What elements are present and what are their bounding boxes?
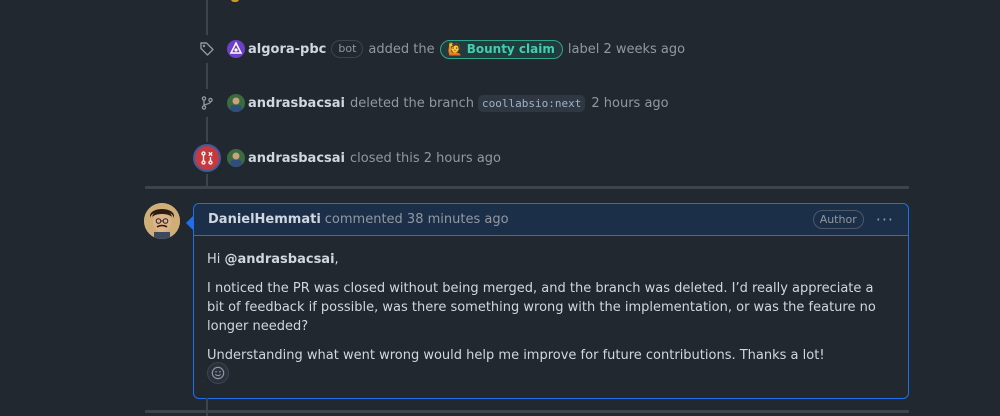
event-actor[interactable]: andrasbacsai xyxy=(248,151,345,166)
comment-paragraph: Understanding what went wrong would help… xyxy=(207,348,825,363)
event-time[interactable]: 2 weeks ago xyxy=(603,42,685,57)
pr-closed-icon xyxy=(193,144,221,172)
timeline-divider xyxy=(145,410,909,413)
tag-icon xyxy=(193,35,221,63)
timeline-divider xyxy=(145,186,909,189)
event-actor[interactable]: algora-pbc xyxy=(248,42,326,57)
comment-greeting: Hi @andrasbacsai, xyxy=(207,250,894,269)
timeline-cutoff-marker xyxy=(231,0,239,2)
smiley-icon[interactable] xyxy=(207,362,229,384)
author-badge: Author xyxy=(812,210,864,229)
andrasbacsai-avatar[interactable] xyxy=(227,149,245,167)
event-time[interactable]: 2 hours ago xyxy=(591,96,668,111)
comment-card: DanielHemmati commented 38 minutes ago A… xyxy=(186,203,909,399)
timeline-event-closed: andrasbacsai closed this 2 hours ago xyxy=(193,144,893,172)
algora-avatar[interactable] xyxy=(227,40,245,58)
timeline-event-branch-deleted: andrasbacsai deleted the branch coollabs… xyxy=(193,89,893,117)
comment-author-avatar[interactable] xyxy=(144,203,180,239)
timeline-event-label-added: algora-pbc bot added the 🙋 Bounty claim … xyxy=(193,35,893,63)
comment-paragraph: I noticed the PR was closed without bein… xyxy=(207,281,876,334)
event-actor[interactable]: andrasbacsai xyxy=(248,96,345,111)
comment-author[interactable]: DanielHemmati xyxy=(208,212,321,227)
greeting-suffix: , xyxy=(334,252,339,267)
greeting-prefix: Hi xyxy=(207,252,225,267)
timeline-line xyxy=(206,398,208,416)
event-action: deleted the branch xyxy=(350,95,475,111)
event-action: added the xyxy=(368,41,435,57)
andrasbacsai-avatar[interactable] xyxy=(227,94,245,112)
event-trailing: label xyxy=(567,41,600,57)
comment-header: DanielHemmati commented 38 minutes ago A… xyxy=(194,204,908,236)
git-branch-icon xyxy=(193,89,221,117)
bounty-claim-label[interactable]: 🙋 Bounty claim xyxy=(439,39,563,59)
event-time[interactable]: 2 hours ago xyxy=(424,151,501,166)
user-mention[interactable]: @andrasbacsai xyxy=(225,252,335,267)
comment-body: Hi @andrasbacsai, I noticed the PR was c… xyxy=(194,236,908,365)
kebab-icon[interactable]: ··· xyxy=(876,210,894,229)
bot-badge: bot xyxy=(331,40,364,58)
event-action: closed this xyxy=(350,150,420,166)
branch-name[interactable]: coollabsio:next xyxy=(478,94,586,112)
comment-timestamp[interactable]: commented 38 minutes ago xyxy=(325,212,509,227)
